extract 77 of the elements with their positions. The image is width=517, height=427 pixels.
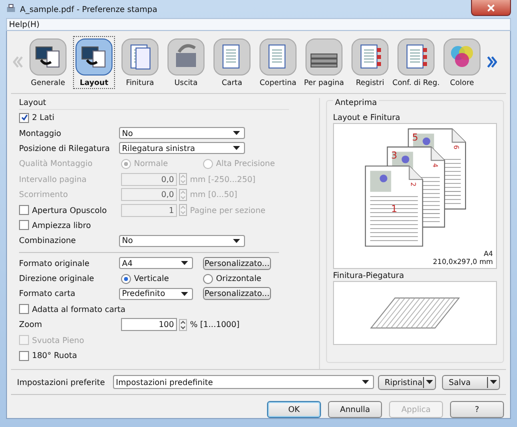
checkbox-label: 180° Ruota	[32, 351, 78, 360]
preview-label: Finitura-Piegatura	[333, 271, 405, 280]
group-title: Layout	[19, 98, 289, 110]
close-icon	[487, 4, 495, 12]
unit-label: % [1...1000]	[190, 320, 240, 330]
document-icon	[213, 38, 251, 76]
unit-label: mm [-250...250]	[190, 174, 256, 184]
unit-label: mm [0...50]	[190, 190, 238, 200]
spin-field[interactable]: 100	[121, 318, 177, 332]
monitor-icon	[29, 38, 67, 76]
split-button[interactable]: Ripristina	[378, 374, 436, 390]
menu-item[interactable]: Help(H)	[9, 20, 40, 29]
split-button[interactable]: Salva	[442, 374, 500, 390]
group-title: Anteprima	[333, 98, 379, 107]
caret-icon	[233, 131, 240, 136]
radio-label: Verticale	[134, 274, 169, 284]
page-number: 5	[412, 132, 418, 144]
checkbox[interactable]	[19, 220, 29, 230]
field-label: Montaggio	[19, 128, 62, 138]
caret-icon	[490, 380, 497, 384]
dropdown[interactable]: Predefinito	[119, 288, 193, 300]
color-circles-icon	[443, 38, 481, 76]
window-title: A_sample.pdf - Preferenze stampa	[20, 4, 158, 14]
caret-icon	[233, 146, 240, 150]
dropdown[interactable]: A4	[119, 257, 193, 270]
field-label: Qualità Montaggio	[19, 159, 94, 168]
radio-button[interactable]	[121, 274, 131, 284]
checkbox-label: Ampiezza libro	[32, 220, 91, 230]
dialog-button[interactable]: OK	[267, 401, 321, 418]
close-button[interactable]	[471, 0, 511, 16]
document-icon	[121, 38, 159, 76]
favorites-label: Impostazioni preferite	[17, 378, 105, 386]
radio-label: Orizzontale	[216, 274, 262, 284]
page-number: 1	[391, 204, 398, 215]
checkbox[interactable]	[19, 304, 29, 314]
caret-icon	[362, 380, 369, 384]
field-label: Formato carta	[19, 289, 76, 298]
checkbox-label: 2 Lati	[32, 113, 54, 122]
spin-buttons[interactable]	[179, 318, 187, 331]
checkbox[interactable]	[19, 112, 29, 123]
caret-icon	[426, 380, 433, 384]
unit-label: Pagine per sezione	[190, 206, 266, 215]
printer-icon	[6, 4, 16, 14]
field-label: Intervallo pagina	[19, 174, 88, 184]
custom-button[interactable]: Personalizzato...	[203, 256, 271, 270]
radio-label: Alta Precisione	[216, 159, 275, 168]
field-label: Posizione di Rilegatura	[19, 144, 111, 153]
page-number: 3	[391, 150, 398, 162]
checkbox-label: Apertura Opuscolo	[32, 206, 107, 215]
preview-label: Layout e Finitura	[333, 113, 402, 122]
paper-stack-icon	[305, 38, 343, 76]
custom-button[interactable]: Personalizzato...	[203, 287, 271, 300]
monitor-icon	[75, 38, 113, 76]
checkbox-label: Svuota Pieno	[32, 336, 84, 345]
scroll-right-icon[interactable]	[487, 55, 497, 69]
field-label: Zoom	[19, 320, 44, 330]
tabbed-document-icon	[397, 38, 435, 76]
field-label: Combinazione	[19, 236, 77, 246]
document-icon	[259, 38, 297, 76]
caret-icon	[181, 261, 188, 266]
dropdown[interactable]: Rilegatura sinistra	[119, 142, 245, 154]
printer-icon	[167, 38, 205, 76]
favorites-dropdown[interactable]: Impostazioni predefinite	[112, 375, 374, 389]
checkbox[interactable]	[19, 350, 29, 361]
dropdown[interactable]: No	[119, 127, 245, 140]
field-label: Formato originale	[19, 258, 90, 268]
tabbed-document-icon	[351, 38, 389, 76]
field-label: Scorrimento	[19, 190, 69, 200]
radio-button[interactable]	[203, 274, 213, 284]
dropdown[interactable]: No	[119, 234, 245, 247]
caret-icon	[181, 292, 188, 296]
radio-label: Normale	[134, 159, 168, 168]
caret-icon	[233, 238, 240, 243]
field-label: Direzione originale	[19, 274, 96, 284]
dialog-button[interactable]: Annulla	[328, 401, 382, 418]
checkbox-label: Adatta al formato carta	[32, 304, 126, 314]
dialog-button[interactable]: ?	[450, 401, 504, 418]
